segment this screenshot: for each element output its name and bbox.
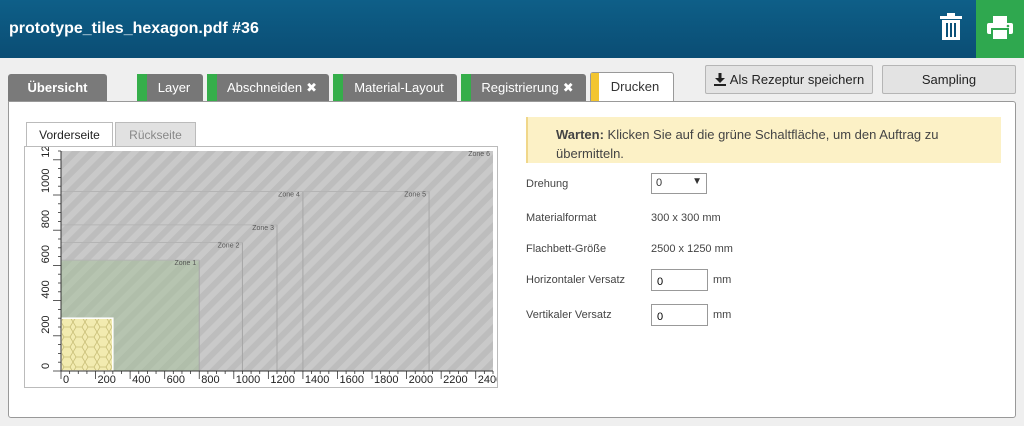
print-button[interactable]: [976, 0, 1024, 58]
rotation-select[interactable]: 0 ▼: [651, 173, 707, 194]
tab-front-side[interactable]: Vorderseite: [26, 122, 113, 148]
y-tick-label: 600: [40, 245, 52, 263]
zone-label: Zone 4: [278, 191, 300, 198]
zone-label: Zone 1: [174, 260, 196, 267]
tab-material-layout[interactable]: Material-Layout: [333, 74, 457, 101]
x-tick-label: 1000: [236, 374, 260, 386]
sampling-button[interactable]: Sampling: [882, 65, 1016, 94]
zone-label: Zone 5: [404, 191, 426, 198]
x-tick-label: 2200: [443, 374, 467, 386]
y-tick-label: 200: [40, 315, 52, 333]
x-tick-label: 1600: [339, 374, 363, 386]
header-bar: prototype_tiles_hexagon.pdf #36: [0, 0, 1024, 58]
vertical-offset-label: Vertikaler Versatz: [526, 309, 612, 321]
x-tick-label: 1200: [270, 374, 294, 386]
x-tick-label: 0: [63, 374, 69, 386]
flatbed-size-value: 2500 x 1250 mm: [651, 243, 733, 255]
rotation-label: Drehung: [526, 178, 569, 190]
flatbed-size-label: Flachbett-Größe: [526, 243, 607, 255]
material-tile: [60, 317, 114, 372]
y-tick-label: 1000: [40, 169, 52, 193]
tab-print[interactable]: Drucken: [590, 72, 674, 101]
y-tick-label: 800: [40, 210, 52, 228]
material-format-value: 300 x 300 mm: [651, 212, 721, 224]
zone-label: Zone 3: [252, 225, 274, 232]
horizontal-offset-label: Horizontaler Versatz: [526, 274, 626, 286]
vertical-offset-unit: mm: [713, 309, 732, 321]
save-recipe-button[interactable]: Als Rezeptur speichern: [705, 65, 873, 94]
x-tick-label: 2400: [478, 374, 497, 386]
flatbed-chart: Zone 1 Zone 2 Zone 3 Zone 4 Zone 5 Zone 6 0 200…: [40, 133, 502, 386]
y-tick-label: 400: [40, 280, 52, 298]
y-tick-label: 0: [40, 363, 52, 369]
material-format-label: Materialformat: [526, 212, 597, 224]
zone-label: Zone 2: [218, 243, 240, 250]
trash-icon[interactable]: [938, 12, 966, 42]
vertical-offset-input[interactable]: [651, 304, 708, 326]
x-tick-label: 800: [201, 374, 219, 386]
horizontal-offset-unit: mm: [713, 274, 732, 286]
x-tick-label: 1800: [374, 374, 398, 386]
page-title: prototype_tiles_hexagon.pdf #36: [9, 20, 259, 37]
x-tick-label: 2000: [409, 374, 433, 386]
x-tick-label: 400: [132, 374, 150, 386]
horizontal-offset-input[interactable]: [651, 269, 708, 291]
tab-layer[interactable]: Layer: [137, 74, 203, 101]
download-icon: [713, 68, 726, 95]
x-tick-label: 1400: [305, 374, 329, 386]
tab-back-side[interactable]: Rückseite: [115, 122, 196, 147]
tab-cut[interactable]: Abschneiden ✖: [207, 74, 329, 101]
close-icon[interactable]: ✖: [306, 74, 317, 101]
flatbed-preview: Zone 1 Zone 2 Zone 3 Zone 4 Zone 5 Zone 6 0 200…: [24, 133, 502, 388]
tab-registration[interactable]: Registrierung ✖: [461, 74, 586, 101]
x-tick-label: 200: [98, 374, 116, 386]
caret-down-icon: ▼: [692, 176, 702, 187]
close-icon[interactable]: ✖: [563, 74, 574, 101]
warning-banner: Warten: Klicken Sie auf die grüne Schalt…: [526, 117, 1001, 163]
tab-overview[interactable]: Übersicht: [8, 74, 107, 101]
x-tick-label: 600: [167, 374, 185, 386]
zone-label: Zone 6: [468, 151, 490, 158]
y-tick-label: 1200: [40, 147, 52, 158]
